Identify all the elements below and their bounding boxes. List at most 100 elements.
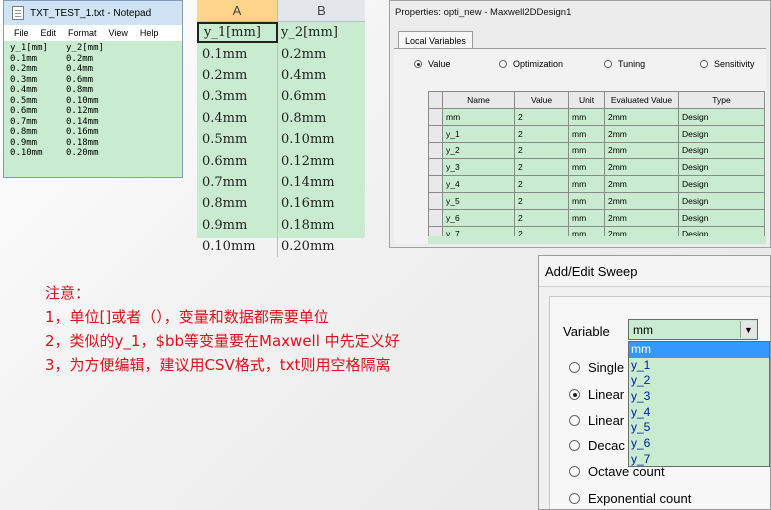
variable-select[interactable]: mm ▼	[628, 319, 758, 340]
radio-exponential-count[interactable]: Exponential count	[569, 491, 691, 506]
table-row[interactable]: y_3 2 mm 2mm Design	[428, 158, 765, 177]
cell-a[interactable]: 0.1mm	[197, 43, 278, 65]
column-type[interactable]: Type	[678, 91, 765, 109]
cell-b[interactable]: 0.20mm	[278, 239, 365, 254]
value-cell[interactable]: 2	[514, 191, 569, 210]
menu-file[interactable]: File	[14, 28, 29, 38]
row-header[interactable]	[428, 141, 443, 160]
row-header[interactable]	[428, 175, 443, 193]
unit-cell[interactable]: mm	[568, 141, 605, 160]
cell-a[interactable]: 0.3mm	[197, 86, 278, 108]
row-header[interactable]	[428, 158, 443, 177]
radio-value[interactable]: Value	[414, 59, 499, 69]
value-cell[interactable]: 2	[514, 208, 569, 227]
column-value[interactable]: Value	[514, 91, 569, 109]
value-cell[interactable]: 2	[514, 141, 569, 160]
tab-local-variables[interactable]: Local Variables	[398, 31, 473, 49]
chevron-down-icon[interactable]: ▼	[740, 321, 756, 338]
menu-view[interactable]: View	[109, 28, 128, 38]
evaluated-value-cell[interactable]: 2mm	[604, 175, 679, 193]
radio-linear-count[interactable]: Linear	[569, 413, 624, 428]
radio-sensitivity[interactable]: Sensitivity	[700, 59, 755, 69]
row-header[interactable]	[428, 124, 443, 143]
table-row[interactable]: y_5 2 mm 2mm Design	[428, 191, 765, 210]
unit-cell[interactable]: mm	[568, 208, 605, 227]
cell-b[interactable]: 0.18mm	[278, 218, 365, 233]
type-cell[interactable]: Design	[678, 108, 765, 126]
name-cell[interactable]: y_6	[442, 208, 515, 227]
column-header-b[interactable]: B	[278, 0, 365, 21]
row-header[interactable]	[428, 108, 443, 126]
menu-help[interactable]: Help	[140, 28, 159, 38]
cell-a[interactable]: 0.10mm	[197, 235, 278, 258]
evaluated-value-cell[interactable]: 2mm	[604, 141, 679, 160]
radio-decade[interactable]: Decac	[569, 438, 625, 453]
type-cell[interactable]: Design	[678, 124, 765, 143]
cell-a[interactable]: 0.8mm	[197, 193, 278, 215]
dropdown-option[interactable]: y_7	[629, 452, 769, 468]
cell-b[interactable]: y_2[mm]	[278, 25, 365, 40]
unit-cell[interactable]: mm	[568, 175, 605, 193]
value-cell[interactable]: 2	[514, 175, 569, 193]
cell-b[interactable]: 0.12mm	[278, 154, 365, 169]
cell-a[interactable]: 0.4mm	[197, 107, 278, 129]
evaluated-value-cell[interactable]: 2mm	[604, 108, 679, 126]
type-cell[interactable]: Design	[678, 191, 765, 210]
value-cell[interactable]: 2	[514, 108, 569, 126]
dropdown-option[interactable]: y_6	[629, 436, 769, 452]
table-row[interactable]: y_2 2 mm 2mm Design	[428, 141, 765, 160]
name-cell[interactable]: mm	[442, 108, 515, 126]
radio-optimization[interactable]: Optimization	[499, 59, 604, 69]
cell-a[interactable]: 0.5mm	[197, 128, 278, 151]
type-cell[interactable]: Design	[678, 175, 765, 193]
cell-a[interactable]: 0.6mm	[197, 150, 278, 172]
radio-tuning[interactable]: Tuning	[604, 59, 700, 69]
dropdown-option[interactable]: y_3	[629, 389, 769, 405]
column-evaluated-value[interactable]: Evaluated Value	[604, 91, 679, 109]
value-cell[interactable]: 2	[514, 158, 569, 177]
row-header[interactable]	[428, 191, 443, 210]
unit-cell[interactable]: mm	[568, 124, 605, 143]
cell-b[interactable]: 0.10mm	[278, 132, 365, 147]
cell-b[interactable]: 0.14mm	[278, 175, 365, 190]
name-cell[interactable]: y_1	[442, 124, 515, 143]
cell-b[interactable]: 0.2mm	[278, 47, 365, 62]
type-cell[interactable]: Design	[678, 158, 765, 177]
table-row[interactable]: y_1 2 mm 2mm Design	[428, 124, 765, 143]
cell-a[interactable]: 0.9mm	[197, 214, 278, 236]
radio-linear-step[interactable]: Linear	[569, 387, 624, 402]
menu-edit[interactable]: Edit	[41, 28, 57, 38]
cell-b[interactable]: 0.4mm	[278, 68, 365, 83]
table-row[interactable]: y_4 2 mm 2mm Design	[428, 175, 765, 193]
menu-format[interactable]: Format	[68, 28, 97, 38]
cell-b[interactable]: 0.8mm	[278, 111, 365, 126]
radio-single[interactable]: Single	[569, 360, 624, 375]
table-row[interactable]: mm 2 mm 2mm Design	[428, 108, 765, 126]
evaluated-value-cell[interactable]: 2mm	[604, 158, 679, 177]
cell-b[interactable]: 0.6mm	[278, 89, 365, 104]
type-cell[interactable]: Design	[678, 208, 765, 227]
row-header[interactable]	[428, 208, 443, 227]
cell-a[interactable]: 0.7mm	[197, 171, 278, 194]
notepad-text-area[interactable]: y_1[mm] y_2[mm] 0.1mm 0.2mm 0.2mm 0.4mm 0.3mm 0…	[4, 41, 182, 177]
name-cell[interactable]: y_4	[442, 175, 515, 193]
column-name[interactable]: Name	[442, 91, 515, 109]
column-header-a[interactable]: A	[197, 0, 278, 21]
dropdown-option[interactable]: y_2	[629, 373, 769, 389]
cell-b[interactable]: 0.16mm	[278, 196, 365, 211]
dropdown-option[interactable]: y_5	[629, 420, 769, 436]
table-row[interactable]: y_6 2 mm 2mm Design	[428, 208, 765, 227]
name-cell[interactable]: y_5	[442, 191, 515, 210]
value-cell[interactable]: 2	[514, 124, 569, 143]
type-cell[interactable]: Design	[678, 141, 765, 160]
dropdown-option[interactable]: y_4	[629, 405, 769, 421]
dropdown-option[interactable]: mm	[629, 342, 769, 358]
variable-dropdown-list[interactable]: mm y_1 y_2 y_3 y_4 y_5 y_6 y_7	[628, 341, 770, 467]
unit-cell[interactable]: mm	[568, 191, 605, 210]
unit-cell[interactable]: mm	[568, 108, 605, 126]
column-unit[interactable]: Unit	[568, 91, 605, 109]
cell-a[interactable]: y_1[mm]	[197, 22, 278, 44]
name-cell[interactable]: y_3	[442, 158, 515, 177]
evaluated-value-cell[interactable]: 2mm	[604, 191, 679, 210]
evaluated-value-cell[interactable]: 2mm	[604, 124, 679, 143]
